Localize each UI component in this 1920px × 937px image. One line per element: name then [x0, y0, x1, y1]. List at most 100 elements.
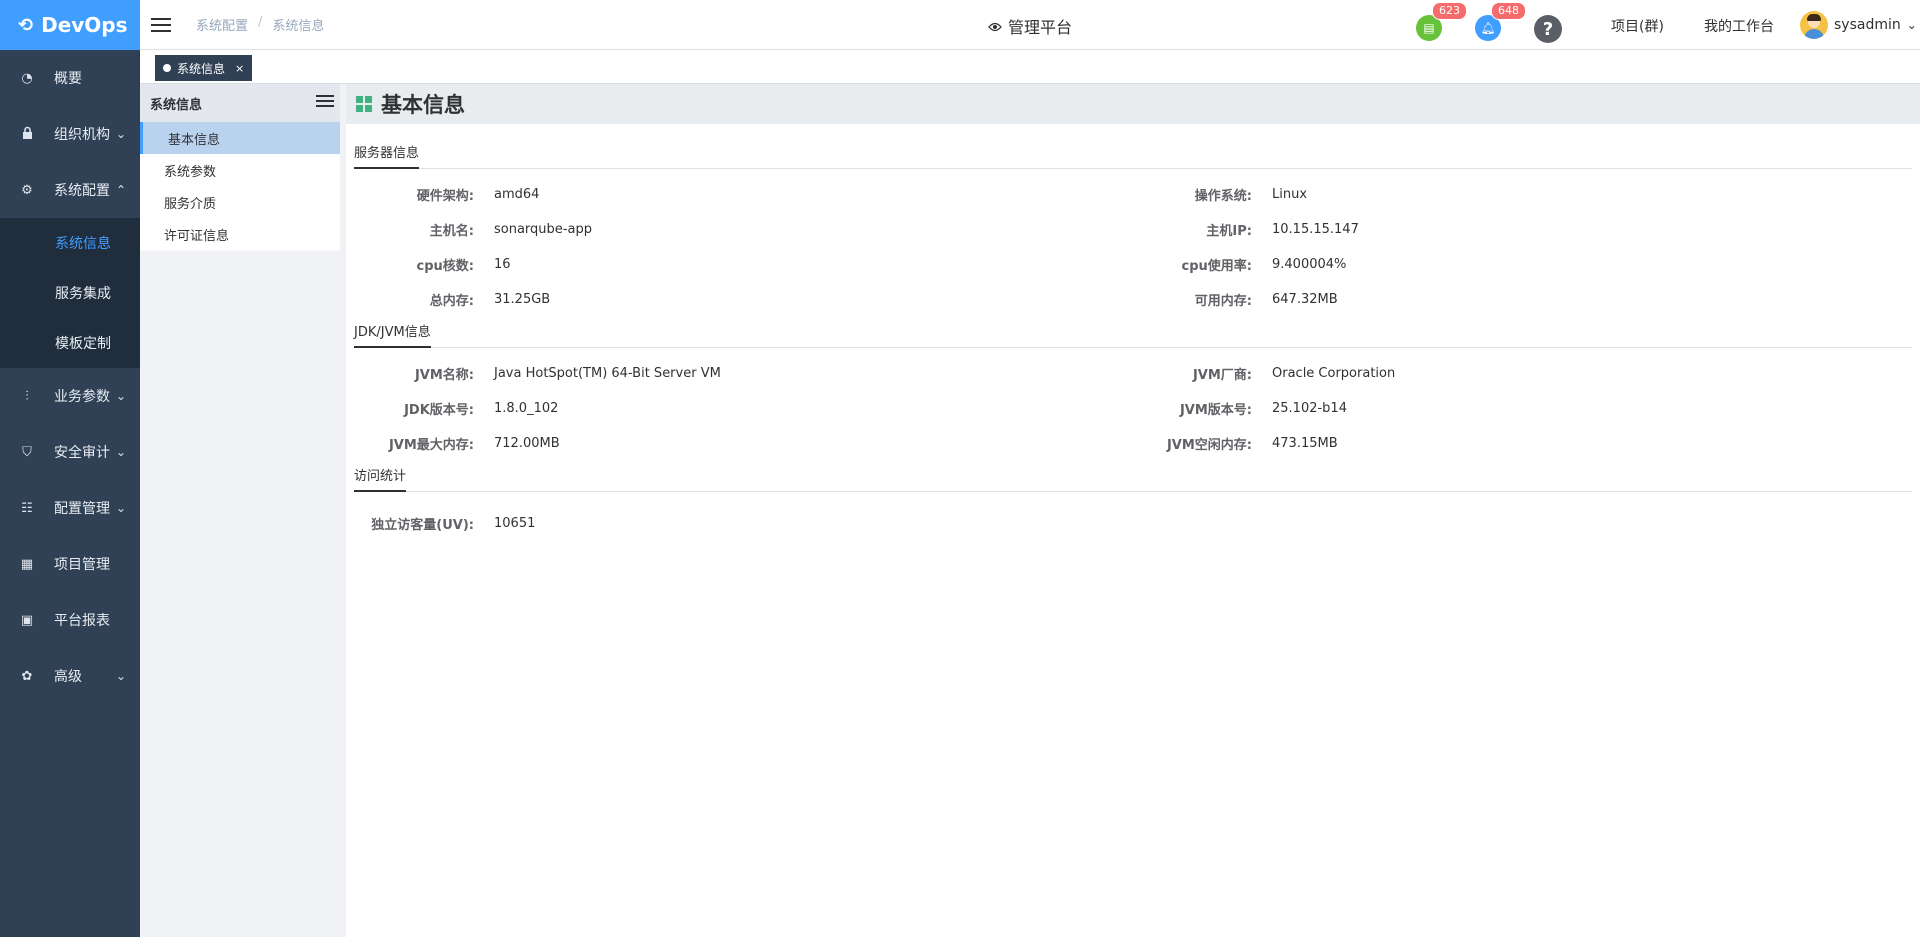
sidebar-item-label: 业务参数 — [54, 389, 110, 405]
secondary-nav-header: 系统信息 — [140, 84, 340, 122]
server-info-heading-text: 服务器信息 — [354, 142, 420, 169]
info-row: 硬件架构: amd64 操作系统: Linux — [354, 177, 1912, 212]
sidebar-submenu: 系统信息 服务集成 模板定制 — [0, 218, 140, 368]
hamburger-menu-icon[interactable] — [151, 14, 171, 36]
close-icon[interactable]: × — [235, 62, 244, 75]
breadcrumb-separator: / — [258, 15, 263, 30]
field-value: 10.15.15.147 — [1272, 222, 1359, 237]
secondary-nav-item-params[interactable]: 系统参数 — [140, 154, 340, 186]
top-header: 系统配置 / 系统信息 管理平台 ▤ 623 🔔︎ 648 ? 项目(群) 我的… — [140, 0, 1920, 50]
secondary-nav-panel: 系统信息 基本信息 系统参数 服务介质 许可证信息 — [140, 84, 340, 937]
visit-stats-group: 访问统计 独立访客量(UV): 10651 — [346, 465, 1920, 541]
info-row: JVM最大内存: 712.00MB JVM空闲内存: 473.15MB — [354, 426, 1912, 461]
notification-button[interactable]: 🔔︎ 648 — [1475, 2, 1526, 41]
info-row: JDK版本号: 1.8.0_102 JVM版本号: 25.102-b14 — [354, 391, 1912, 426]
field-value: 25.102-b14 — [1272, 401, 1347, 416]
sidebar-item-overview[interactable]: ◔ 概要 — [0, 50, 140, 106]
field-label: 主机IP: — [1206, 224, 1252, 239]
field-label: cpu核数: — [416, 259, 474, 274]
eye-icon — [988, 17, 1002, 36]
field-label: JVM名称: — [414, 368, 474, 383]
database-icon: ☷ — [21, 500, 33, 516]
secondary-nav-empty-area — [140, 252, 340, 937]
tab-sysinfo[interactable]: 系统信息 × — [155, 55, 253, 81]
secondary-nav-item-basic[interactable]: 基本信息 — [140, 122, 340, 154]
sidebar: ⟲ DevOps ◔ 概要 组织机构 ⌄ ⚙ 系统配置 ⌃ 系统信息 服务集成 … — [0, 0, 140, 937]
chevron-down-icon: ⌄ — [115, 445, 126, 459]
palette-icon: ✿ — [21, 668, 33, 684]
field-value: 10651 — [494, 516, 536, 531]
sidebar-subitem-integration[interactable]: 服务集成 — [0, 268, 140, 318]
sidebar-item-label: 项目管理 — [54, 557, 110, 573]
field-label: 硬件架构: — [416, 189, 474, 204]
logo[interactable]: ⟲ DevOps — [0, 0, 140, 50]
info-row: cpu核数: 16 cpu使用率: 9.400004% — [354, 247, 1912, 282]
workbench-link[interactable]: 我的工作台 — [1704, 16, 1774, 36]
project-group-link[interactable]: 项目(群) — [1611, 16, 1664, 36]
field-label: 操作系统: — [1194, 189, 1252, 204]
field-value: 16 — [494, 257, 511, 272]
info-row: 独立访客量(UV): 10651 — [354, 506, 1912, 541]
sidebar-item-label: 高级 — [54, 669, 82, 685]
sidebar-item-label: 配置管理 — [54, 501, 110, 517]
sidebar-subitem-templates[interactable]: 模板定制 — [0, 318, 140, 368]
info-row: 主机名: sonarqube-app 主机IP: 10.15.15.147 — [354, 212, 1912, 247]
breadcrumb-item[interactable]: 系统配置 — [196, 15, 248, 34]
menu-toggle-icon[interactable] — [316, 92, 334, 110]
sidebar-item-report[interactable]: ▣ 平台报表 — [0, 592, 140, 648]
field-value: Oracle Corporation — [1272, 366, 1396, 381]
todo-button[interactable]: ▤ 623 — [1416, 2, 1467, 41]
todo-count-badge: 623 — [1432, 2, 1467, 20]
main-content: 基本信息 服务器信息 硬件架构: amd64 操作系统: Linux 主机名: s… — [346, 84, 1920, 937]
field-label: JVM空闲内存: — [1166, 438, 1252, 453]
shield-icon: ⛉ — [22, 444, 32, 460]
sidebar-subitem-sysinfo[interactable]: 系统信息 — [0, 218, 140, 268]
chevron-down-icon: ⌄ — [115, 389, 126, 403]
jvm-info-heading: JDK/JVM信息 — [354, 321, 1912, 348]
field-value: 1.8.0_102 — [494, 401, 559, 416]
tab-label: 系统信息 — [177, 61, 226, 76]
username: sysadmin — [1834, 17, 1901, 33]
sidebar-item-confmgmt[interactable]: ☷ 配置管理 ⌄ — [0, 480, 140, 536]
field-value: amd64 — [494, 187, 540, 202]
lock-icon — [20, 126, 34, 143]
field-value: 473.15MB — [1272, 436, 1338, 451]
notification-count-badge: 648 — [1491, 2, 1526, 20]
secondary-nav-item-license[interactable]: 许可证信息 — [140, 218, 340, 250]
chevron-up-icon: ⌃ — [115, 183, 126, 197]
sidebar-item-audit[interactable]: ⛉ 安全审计 ⌄ — [0, 424, 140, 480]
sidebar-item-advanced[interactable]: ✿ 高级 ⌄ — [0, 648, 140, 704]
field-value: 647.32MB — [1272, 292, 1338, 307]
platform-title-text: 管理平台 — [1008, 18, 1073, 37]
chevron-down-icon: ⌄ — [1906, 18, 1917, 32]
sidebar-item-label: 组织机构 — [54, 127, 110, 143]
sidebar-item-sysconfig[interactable]: ⚙ 系统配置 ⌃ — [0, 162, 140, 218]
field-value: 712.00MB — [494, 436, 560, 451]
user-menu[interactable]: sysadmin ⌄ — [1800, 11, 1917, 39]
help-button[interactable]: ? — [1534, 15, 1562, 43]
sidebar-item-org[interactable]: 组织机构 ⌄ — [0, 106, 140, 162]
field-label: JVM版本号: — [1179, 403, 1252, 418]
field-label: 可用内存: — [1194, 294, 1252, 309]
field-value: sonarqube-app — [494, 222, 592, 237]
grid-icon: ▦ — [20, 556, 34, 572]
server-info-group: 服务器信息 硬件架构: amd64 操作系统: Linux 主机名: sonarq… — [346, 142, 1920, 317]
server-info-heading: 服务器信息 — [354, 142, 1912, 169]
page-title: 基本信息 — [381, 93, 465, 117]
sidebar-item-business[interactable]: ⫶ 业务参数 ⌄ — [0, 368, 140, 424]
clipboard-icon: ▤ — [1423, 21, 1435, 35]
secondary-nav-item-media[interactable]: 服务介质 — [140, 186, 340, 218]
chevron-down-icon: ⌄ — [115, 669, 126, 683]
field-value: 9.400004% — [1272, 257, 1347, 272]
info-row: JVM名称: Java HotSpot(TM) 64-Bit Server VM… — [354, 356, 1912, 391]
visit-stats-heading: 访问统计 — [354, 465, 1912, 492]
section-header: 基本信息 — [346, 84, 1920, 124]
sidebar-item-project[interactable]: ▦ 项目管理 — [0, 536, 140, 592]
jvm-info-heading-text: JDK/JVM信息 — [354, 321, 431, 348]
secondary-nav-list: 基本信息 系统参数 服务介质 许可证信息 — [140, 122, 340, 250]
gear-icon: ⚙ — [21, 182, 33, 198]
monitor-icon: ▣ — [20, 612, 34, 628]
field-label: JVM最大内存: — [388, 438, 474, 453]
logo-text: DevOps — [41, 13, 128, 37]
info-row: 总内存: 31.25GB 可用内存: 647.32MB — [354, 282, 1912, 317]
